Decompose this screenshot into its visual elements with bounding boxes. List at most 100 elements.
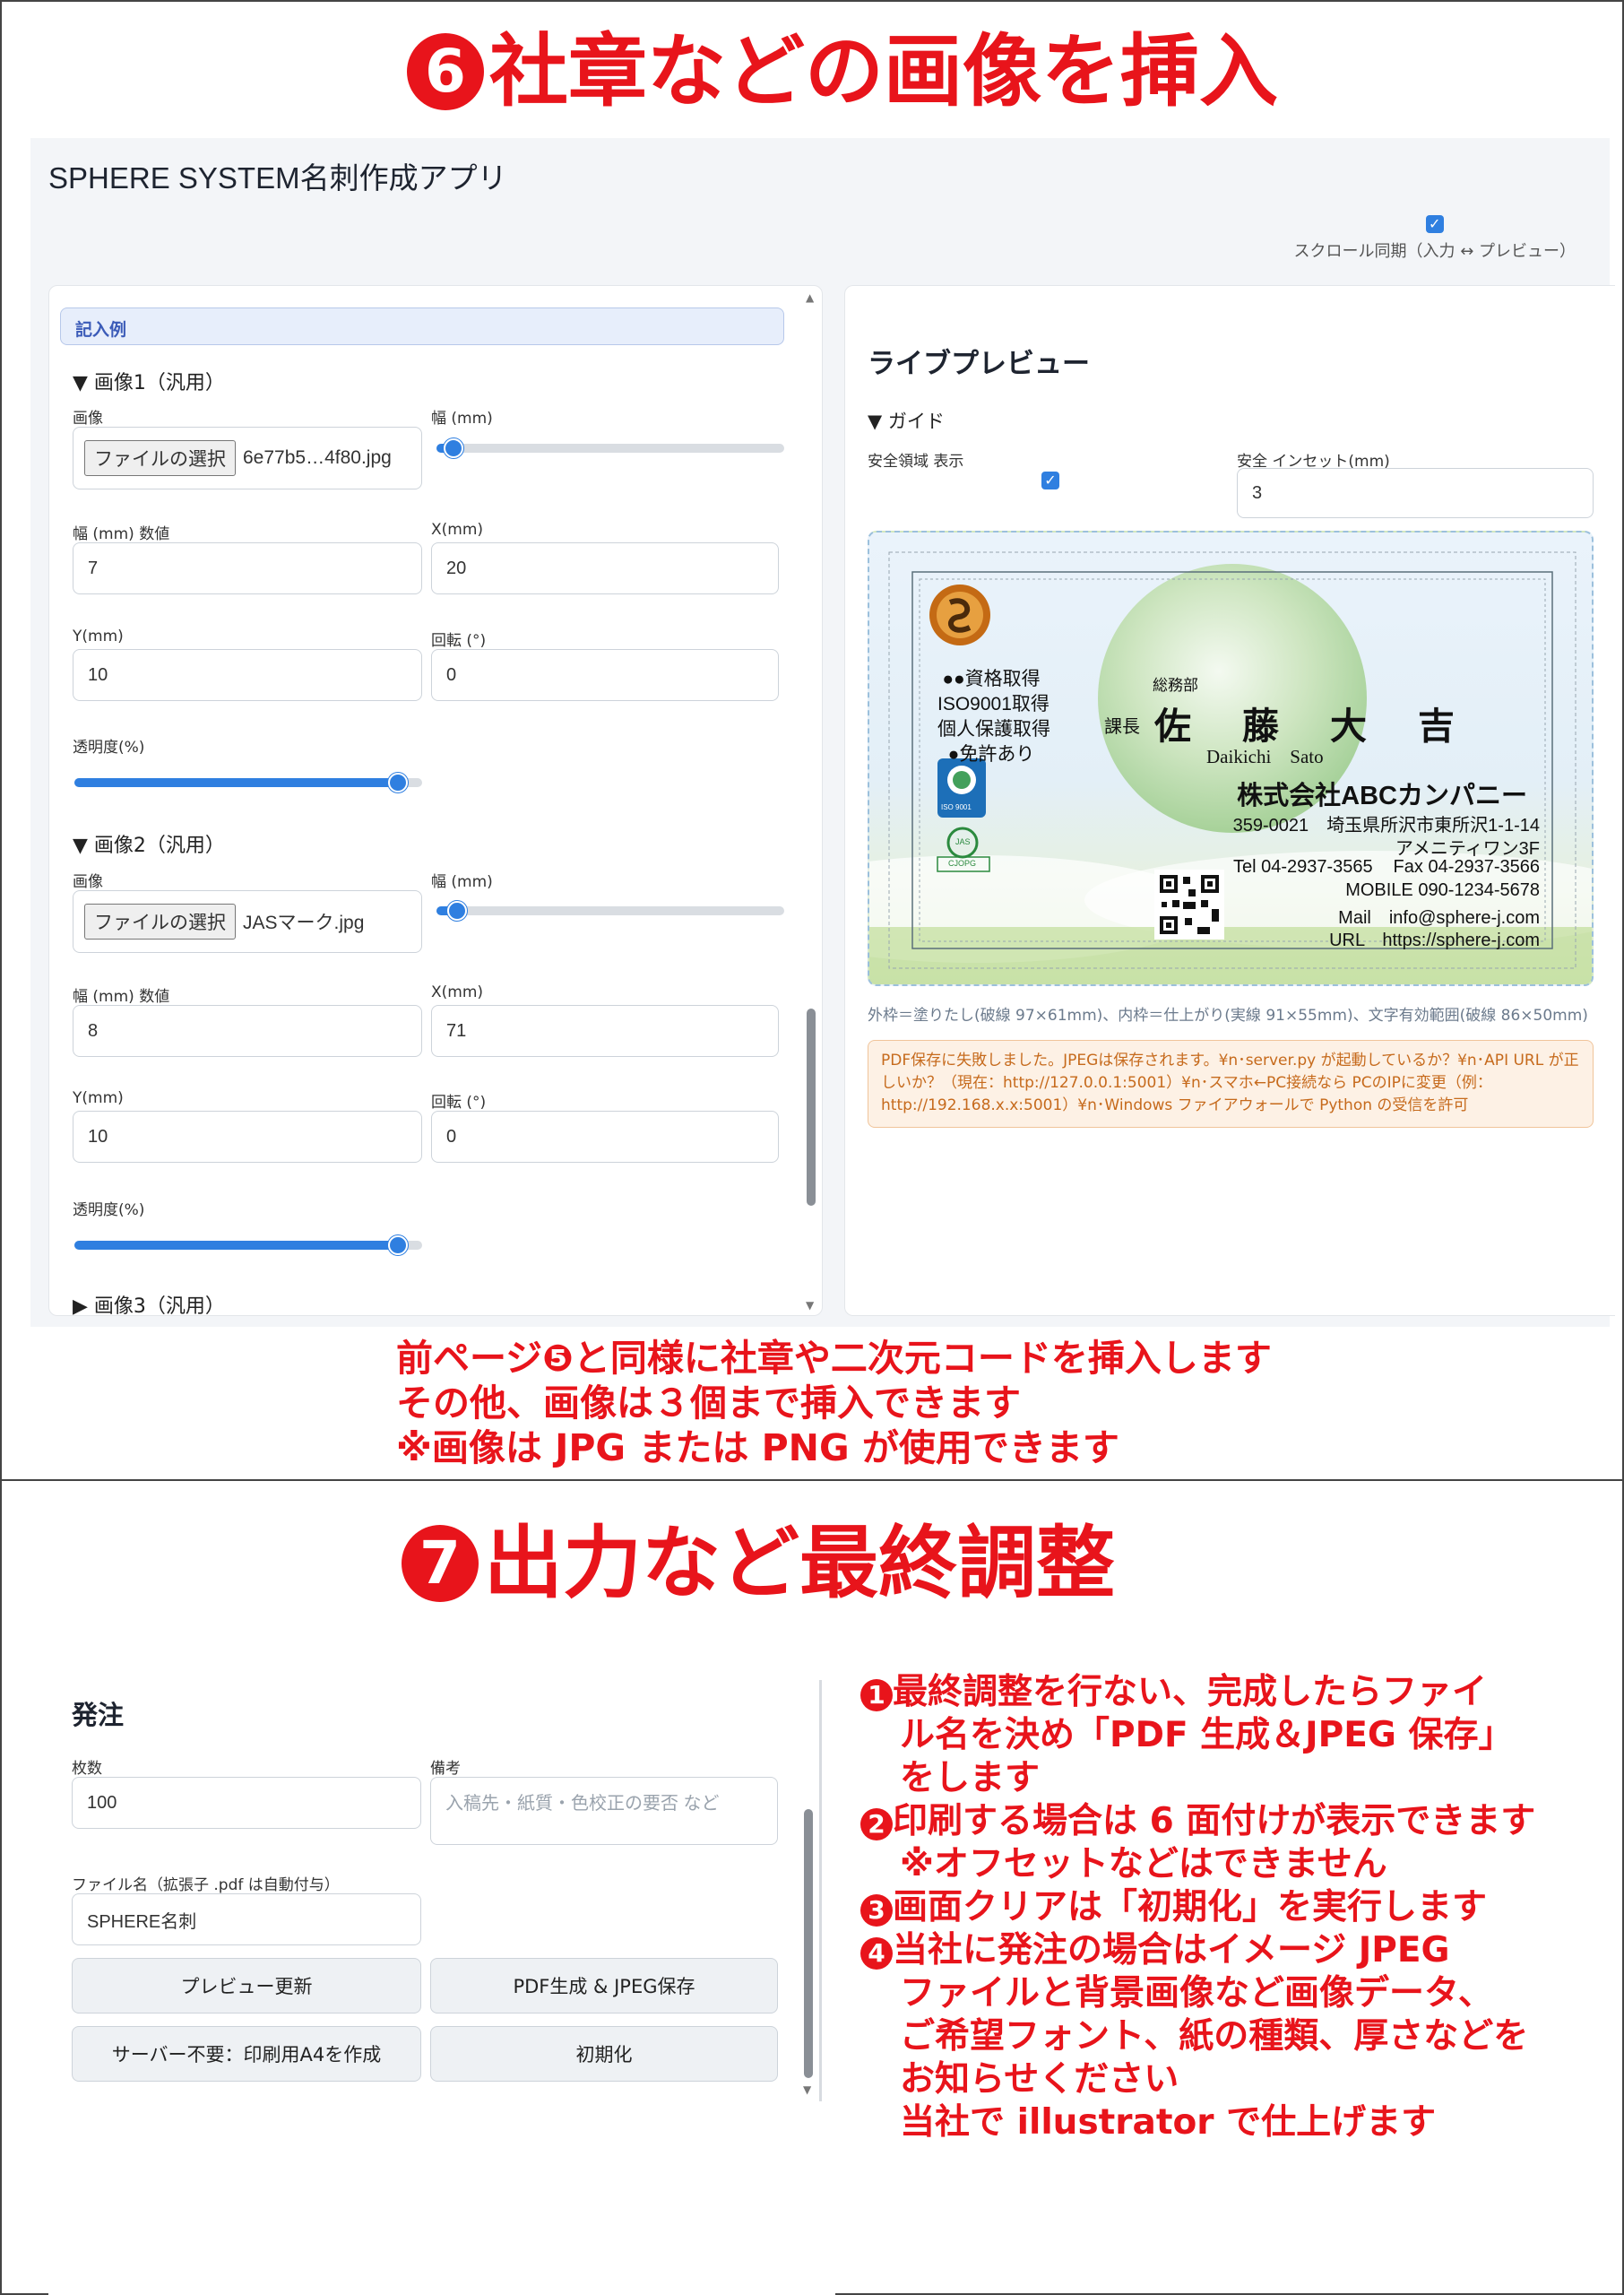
image2-file-input[interactable]: ファイルの選択 JASマーク.jpg <box>73 890 422 953</box>
image2-rotation-label: 回転 (°) <box>431 1094 487 1112</box>
image1-y-input[interactable]: 10 <box>73 649 422 701</box>
image2-opacity-slider[interactable] <box>74 1235 422 1255</box>
image1-file-name: 6e77b5…4f80.jpg <box>243 447 392 468</box>
image2-section-header[interactable]: ▼ 画像2（汎用） <box>73 829 225 858</box>
instruction-number-badge: 1 <box>860 1679 893 1711</box>
cjopg-label: CJOPG <box>948 859 977 868</box>
step-heading: 6 社章などの画像を挿入 <box>407 32 1278 111</box>
image2-width-num-label: 幅 (mm) 数値 <box>73 988 170 1006</box>
image1-width-label: 幅 (mm) <box>431 410 493 428</box>
image1-rotation-input[interactable]: 0 <box>431 649 779 701</box>
qty-input[interactable]: 100 <box>72 1777 421 1829</box>
card-company: 株式会社ABCカンパニー <box>1237 782 1527 810</box>
form-scroll-thumb[interactable] <box>807 1009 816 1206</box>
caption-line: 前ページ❺と同様に社章や二次元コードを挿入します <box>396 1337 1272 1380</box>
filename-label: ファイル名（拡張子 .pdf は自動付与） <box>72 1876 340 1894</box>
image1-section-header[interactable]: ▼ 画像1（汎用） <box>73 367 225 395</box>
image1-file-button[interactable]: ファイルの選択 <box>84 440 236 476</box>
preview-title: ライブプレビュー <box>868 348 1090 380</box>
instruction-number-badge: 3 <box>860 1894 893 1927</box>
qualification-item: 個人保護取得 <box>937 719 1050 740</box>
order-scroll-thumb[interactable] <box>804 1809 813 2078</box>
instruction-3: 3 画面クリアは「初期化」を実行します <box>860 1886 1535 1929</box>
qty-label: 枚数 <box>72 1760 102 1778</box>
image2-image-label: 画像 <box>73 873 103 891</box>
step-title: 出力など最終調整 <box>484 1517 1116 1609</box>
image1-width-input[interactable]: 7 <box>73 542 422 594</box>
image2-width-label: 幅 (mm) <box>431 873 493 891</box>
image2-x-input[interactable]: 71 <box>431 1005 779 1057</box>
qualification-item: ISO9001取得 <box>937 694 1050 714</box>
scroll-down-icon[interactable]: ▼ <box>806 1299 814 1312</box>
image2-y-label: Y(mm) <box>73 1089 124 1107</box>
scroll-up-icon[interactable]: ▲ <box>806 291 814 304</box>
image2-file-button[interactable]: ファイルの選択 <box>84 904 236 940</box>
panel-divider <box>819 1680 822 2101</box>
image2-width-slider[interactable] <box>436 901 784 921</box>
card-address2: アメニティワン3F <box>1395 839 1540 859</box>
image2-width-input[interactable]: 8 <box>73 1005 422 1057</box>
example-banner[interactable]: 記入例 <box>60 307 784 345</box>
card-mobile: MOBILE 090-1234-5678 <box>1345 880 1540 900</box>
inset-input[interactable]: 3 <box>1237 468 1594 518</box>
image1-y-label: Y(mm) <box>73 628 124 645</box>
qualifications-list: ●●資格取得 ISO9001取得 個人保護取得 ●免許あり <box>937 667 1050 767</box>
slider-knob[interactable] <box>388 1235 408 1255</box>
section-image-insert: 6 社章などの画像を挿入 SPHERE SYSTEM名刺作成アプリ ✓ スクロール… <box>0 0 1624 1481</box>
slider-knob[interactable] <box>444 438 463 458</box>
iso-label: ISO 9001 <box>941 803 972 811</box>
section-final-adjust: 7 出力など最終調整 発注 枚数 100 備考 入稿先・紙質・色校正の要否 など … <box>0 1479 1624 2295</box>
qualification-item: ●免許あり <box>947 744 1035 765</box>
filename-input[interactable]: SPHERE名刺 <box>72 1893 421 1945</box>
card-department: 総務部 <box>1153 677 1198 694</box>
image3-section-header[interactable]: ▶ 画像3（汎用） <box>73 1290 225 1319</box>
jas-label: JAS <box>955 837 971 846</box>
pdf-generate-button[interactable]: PDF生成 & JPEG保存 <box>430 1958 778 2014</box>
form-panel: 記入例 ▼ 画像1（汎用） 画像 ファイルの選択 6e77b5…4f80.jpg… <box>48 285 823 1319</box>
preview-update-button[interactable]: プレビュー更新 <box>72 1958 421 2014</box>
order-title: 発注 <box>72 1700 125 1730</box>
card-url: URL https://sphere-j.com <box>1329 931 1540 950</box>
card-name: 佐 藤 大 吉 <box>1154 706 1462 747</box>
caption-line: その他、画像は３個まで挿入できます <box>396 1381 1021 1425</box>
instruction-2: 2 印刷する場合は 6 面付けが表示できます ※オフセットなどはできません <box>860 1800 1535 1886</box>
safe-area-label: 安全領域 表示 <box>868 453 964 471</box>
guide-toggle[interactable]: ▼ ガイド <box>868 407 945 434</box>
instructions-list: 1 最終調整を行ない、完成したらファイ ル名を決め「PDF 生成＆JPEG 保存」… <box>860 1671 1535 2144</box>
bleed-note: 外枠＝塗りたし(破線 97×61mm)、内枠＝仕上がり(実線 91×55mm)、… <box>868 1007 1588 1025</box>
card-tel: Tel 04-2937-3565 <box>1233 857 1373 877</box>
slider-knob[interactable] <box>388 773 408 792</box>
caption-line: ※画像は JPG または PNG が使用できます <box>396 1426 1119 1469</box>
image2-y-input[interactable]: 10 <box>73 1111 422 1163</box>
order-scrollbar[interactable]: ▼ <box>801 1675 816 2096</box>
safe-area-checkbox[interactable]: ✓ <box>1041 472 1059 489</box>
app-title: SPHERE SYSTEM名刺作成アプリ <box>48 161 507 195</box>
order-panel: 発注 枚数 100 備考 入稿先・紙質・色校正の要否 など ファイル名（拡張子 … <box>48 1675 835 2295</box>
form-scrollbar[interactable]: ▲ ▼ <box>804 291 818 1312</box>
image1-file-input[interactable]: ファイルの選択 6e77b5…4f80.jpg <box>73 427 422 489</box>
image1-width-slider[interactable] <box>436 438 784 458</box>
step-heading: 7 出力など最終調整 <box>402 1524 1115 1603</box>
instruction-number-badge: 2 <box>860 1808 893 1840</box>
image1-opacity-label: 透明度(%) <box>73 739 145 757</box>
card-fax: Fax 04-2937-3566 <box>1393 857 1540 877</box>
scroll-down-icon[interactable]: ▼ <box>803 2083 811 2096</box>
print-a4-button[interactable]: サーバー不要：印刷用A4を作成 <box>72 2026 421 2082</box>
image2-rotation-input[interactable]: 0 <box>431 1111 779 1163</box>
pdf-error-message: PDF保存に失敗しました。JPEGは保存されます。¥n･server.py が起… <box>868 1040 1594 1128</box>
image2-file-name: JASマーク.jpg <box>243 913 365 933</box>
image1-x-input[interactable]: 20 <box>431 542 779 594</box>
notes-label: 備考 <box>430 1760 461 1778</box>
image2-x-label: X(mm) <box>431 983 484 1001</box>
notes-textarea[interactable]: 入稿先・紙質・色校正の要否 など <box>430 1777 778 1845</box>
slider-knob[interactable] <box>447 901 467 921</box>
business-card-preview: ●●資格取得 ISO9001取得 個人保護取得 ●免許あり ISO 9001 J… <box>868 531 1594 986</box>
step-number-badge: 6 <box>407 33 484 110</box>
card-address1: 359-0021 埼玉県所沢市東所沢1-1-14 <box>1232 816 1540 836</box>
image1-rotation-label: 回転 (°) <box>431 632 487 650</box>
sync-checkbox[interactable]: ✓ <box>1425 215 1444 233</box>
card-position: 課長 <box>1104 717 1140 737</box>
instruction-1: 1 最終調整を行ない、完成したらファイ ル名を決め「PDF 生成＆JPEG 保存」… <box>860 1671 1535 1800</box>
image1-opacity-slider[interactable] <box>74 773 422 792</box>
reset-button[interactable]: 初期化 <box>430 2026 778 2082</box>
